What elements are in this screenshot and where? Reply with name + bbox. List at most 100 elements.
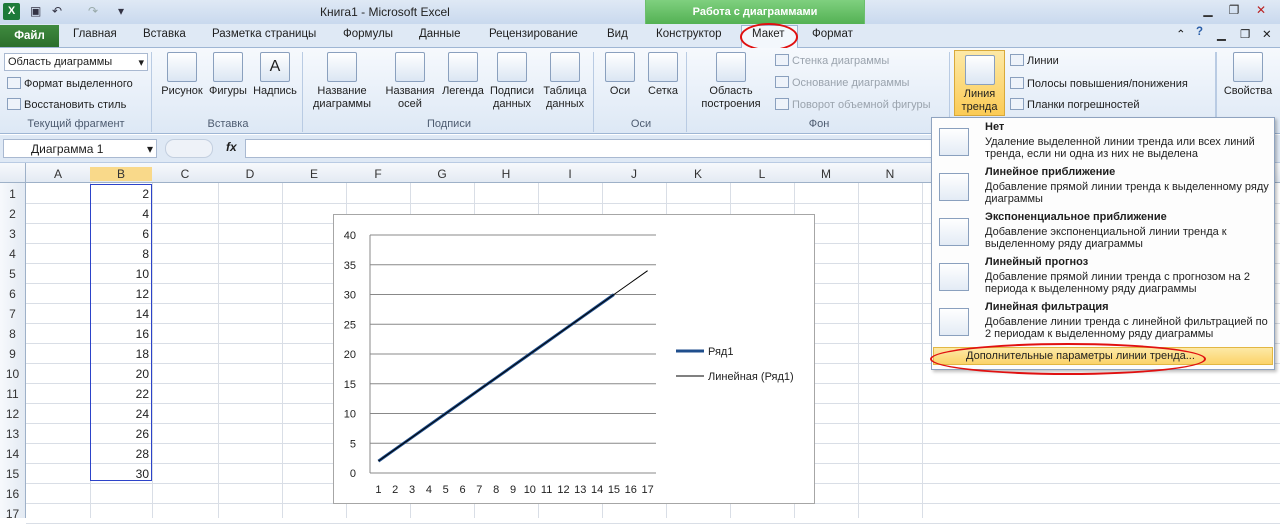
row-header-17[interactable]: 17	[0, 507, 25, 521]
col-header-L[interactable]: L	[730, 167, 794, 181]
col-header-E[interactable]: E	[282, 167, 346, 181]
updown-bars-button[interactable]: Полосы повышения/понижения	[1010, 77, 1188, 90]
tab-format[interactable]: Формат	[812, 28, 853, 44]
cell-B2[interactable]: 4	[90, 207, 152, 221]
col-header-K[interactable]: K	[666, 167, 730, 181]
select-all-corner[interactable]	[0, 163, 26, 183]
tab-home[interactable]: Главная	[73, 28, 117, 44]
chart-floor-button[interactable]: Основание диаграммы	[775, 76, 909, 89]
cell-B6[interactable]: 12	[90, 287, 152, 301]
col-header-A[interactable]: A	[26, 167, 90, 181]
data-table-button[interactable]: Таблица данных	[539, 52, 591, 111]
tab-formulas[interactable]: Формулы	[343, 28, 393, 44]
doc-restore-icon[interactable]: ❐	[1240, 27, 1250, 43]
row-header-10[interactable]: 10	[0, 367, 25, 381]
row-header-11[interactable]: 11	[0, 387, 25, 401]
doc-close-icon[interactable]: ✕	[1262, 27, 1272, 43]
row-header-6[interactable]: 6	[0, 287, 25, 301]
menu-item-linear-forecast[interactable]: Линейный прогноз Добавление прямой линии …	[932, 253, 1276, 298]
restore-icon[interactable]: ❐	[1225, 3, 1243, 19]
cell-B4[interactable]: 8	[90, 247, 152, 261]
tab-view[interactable]: Вид	[607, 28, 628, 44]
legend-button[interactable]: Легенда	[440, 52, 486, 98]
tab-data[interactable]: Данные	[419, 28, 461, 44]
chart-elements-dropdown[interactable]: Область диаграммы ▾	[4, 53, 148, 71]
menu-item-none[interactable]: Нет Удаление выделенной линии тренда или …	[932, 118, 1276, 163]
plot-area-button[interactable]: Область построения	[693, 52, 769, 111]
cell-B15[interactable]: 30	[90, 467, 152, 481]
axis-titles-button[interactable]: Названия осей	[382, 52, 438, 111]
cell-B13[interactable]: 26	[90, 427, 152, 441]
tab-page-layout[interactable]: Разметка страницы	[212, 28, 316, 44]
cell-B1[interactable]: 2	[90, 187, 152, 201]
minimize-ribbon-icon[interactable]: ⌃	[1176, 27, 1186, 43]
chart-wall-button[interactable]: Стенка диаграммы	[775, 54, 889, 67]
chart-object[interactable]: 0 5 10 15 20 25 30 35 40 1 2 3 4 5 6 7 8 9 10 11 12 13 14 15 16 1…	[333, 214, 815, 504]
cell-B11[interactable]: 22	[90, 387, 152, 401]
cell-B7[interactable]: 14	[90, 307, 152, 321]
close-icon[interactable]: ✕	[1252, 3, 1270, 19]
cell-B5[interactable]: 10	[90, 267, 152, 281]
picture-button[interactable]: Рисунок	[160, 52, 204, 98]
cell-B8[interactable]: 16	[90, 327, 152, 341]
cell-B14[interactable]: 28	[90, 447, 152, 461]
cell-B12[interactable]: 24	[90, 407, 152, 421]
tab-insert[interactable]: Вставка	[143, 28, 186, 44]
col-header-H[interactable]: H	[474, 167, 538, 181]
col-header-C[interactable]: C	[152, 167, 218, 181]
row-header-13[interactable]: 13	[0, 427, 25, 441]
col-header-M[interactable]: M	[794, 167, 858, 181]
reset-style-button[interactable]: Восстановить стиль	[7, 98, 126, 111]
shapes-button[interactable]: Фигуры	[207, 52, 249, 98]
axes-button[interactable]: Оси	[600, 52, 640, 98]
save-icon[interactable]: ▣	[30, 4, 41, 18]
gridlines-button[interactable]: Сетка	[643, 52, 683, 98]
col-header-F[interactable]: F	[346, 167, 410, 181]
formula-bar-splitter[interactable]	[165, 139, 213, 158]
cell-B10[interactable]: 20	[90, 367, 152, 381]
row-header-8[interactable]: 8	[0, 327, 25, 341]
row-header-5[interactable]: 5	[0, 267, 25, 281]
undo-icon[interactable]: ↶	[52, 4, 62, 18]
row-header-7[interactable]: 7	[0, 307, 25, 321]
format-selection-button[interactable]: Формат выделенного	[7, 77, 133, 90]
row-header-2[interactable]: 2	[0, 207, 25, 221]
minimize-icon[interactable]: ▁	[1199, 3, 1217, 19]
col-header-N[interactable]: N	[858, 167, 922, 181]
tab-design[interactable]: Конструктор	[656, 28, 722, 44]
textbox-button[interactable]: A Надпись	[251, 52, 299, 98]
formula-input[interactable]	[245, 139, 945, 158]
doc-minimize-icon[interactable]: ▁	[1217, 27, 1226, 43]
row-header-1[interactable]: 1	[0, 187, 25, 201]
menu-item-exponential[interactable]: Экспоненциальное приближение Добавление э…	[932, 208, 1276, 253]
name-box[interactable]: Диаграмма 1 ▾	[3, 139, 157, 158]
insert-function-icon[interactable]: fx	[226, 140, 237, 154]
data-labels-button[interactable]: Подписи данных	[487, 52, 537, 111]
lines-button[interactable]: Линии	[1010, 54, 1059, 67]
col-header-J[interactable]: J	[602, 167, 666, 181]
trendline-button[interactable]: Линия тренда	[954, 50, 1005, 116]
row-header-3[interactable]: 3	[0, 227, 25, 241]
help-icon[interactable]: ?	[1196, 26, 1203, 42]
tab-file[interactable]: Файл	[0, 25, 59, 47]
row-header-12[interactable]: 12	[0, 407, 25, 421]
row-header-4[interactable]: 4	[0, 247, 25, 261]
col-header-B[interactable]: B	[90, 167, 152, 181]
properties-button[interactable]: Свойства	[1220, 52, 1276, 98]
customize-qat-icon[interactable]: ▾	[118, 4, 124, 18]
redo-icon[interactable]: ↷	[88, 4, 98, 18]
tab-review[interactable]: Рецензирование	[489, 28, 578, 44]
col-header-G[interactable]: G	[410, 167, 474, 181]
col-header-I[interactable]: I	[538, 167, 602, 181]
excel-app-icon[interactable]: X	[3, 3, 20, 20]
row-header-16[interactable]: 16	[0, 487, 25, 501]
error-bars-button[interactable]: Планки погрешностей	[1010, 98, 1140, 111]
row-header-9[interactable]: 9	[0, 347, 25, 361]
3d-rotation-button[interactable]: Поворот объемной фигуры	[775, 98, 931, 111]
row-header-14[interactable]: 14	[0, 447, 25, 461]
col-header-D[interactable]: D	[218, 167, 282, 181]
menu-item-moving-average[interactable]: Линейная фильтрация Добавление линии трен…	[932, 298, 1276, 343]
cell-B9[interactable]: 18	[90, 347, 152, 361]
chart-title-button[interactable]: Название диаграммы	[310, 52, 374, 111]
cell-B3[interactable]: 6	[90, 227, 152, 241]
